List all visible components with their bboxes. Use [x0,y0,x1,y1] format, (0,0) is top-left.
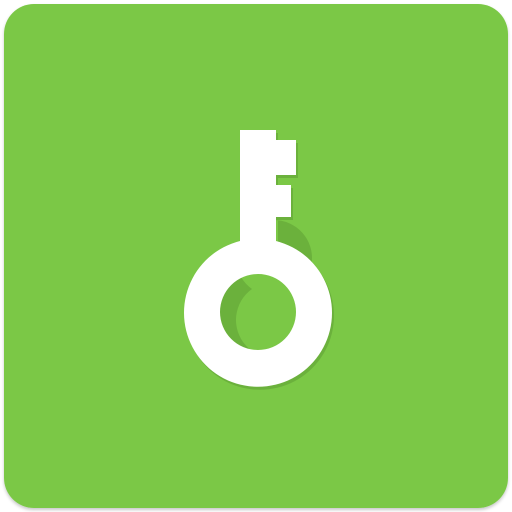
app-icon-graphic [4,4,508,508]
app-icon[interactable] [4,4,508,508]
